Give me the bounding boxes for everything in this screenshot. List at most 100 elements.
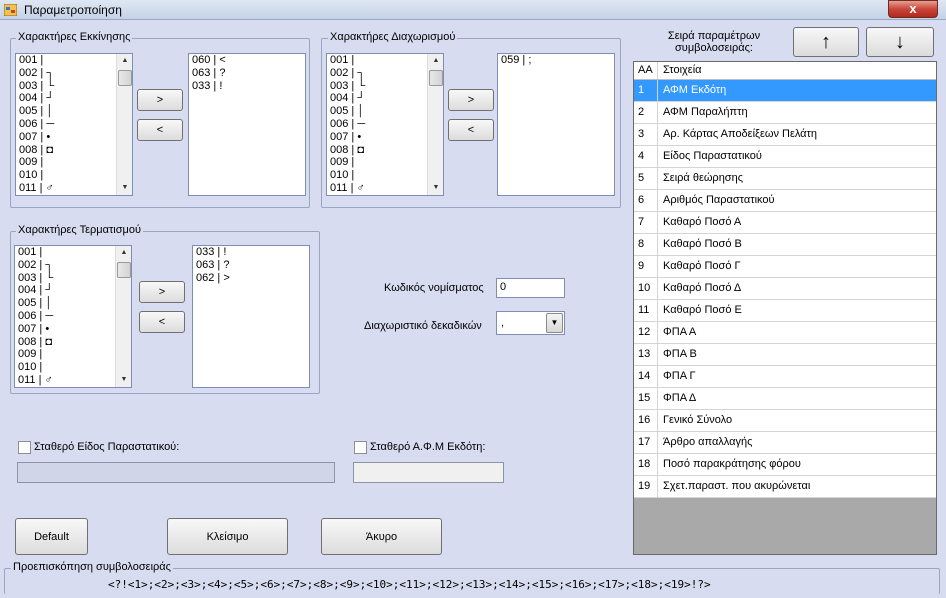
- list-item[interactable]: 060 | <: [189, 54, 305, 67]
- scroll-up-icon[interactable]: ▲: [116, 246, 131, 260]
- chevron-down-icon[interactable]: ▼: [546, 313, 563, 333]
- scroll-thumb[interactable]: [117, 262, 131, 278]
- list-item[interactable]: 010 |: [327, 169, 443, 182]
- cancel-button[interactable]: Άκυρο: [321, 518, 442, 555]
- grid-col-aa[interactable]: ΑΑ: [634, 62, 658, 79]
- separator-chars-scrollbar[interactable]: ▲ ▼: [427, 54, 443, 195]
- table-row[interactable]: 9 Καθαρό Ποσό Γ: [634, 256, 936, 278]
- list-item[interactable]: 004 | ┘: [16, 92, 132, 105]
- table-row[interactable]: 13 ΦΠΑ Β: [634, 344, 936, 366]
- separator-chars-selected-list[interactable]: 059 | ;: [497, 53, 615, 196]
- list-item[interactable]: 006 | ─: [15, 310, 131, 323]
- close-window-button[interactable]: x: [888, 0, 938, 18]
- list-item[interactable]: 062 | >: [193, 272, 309, 285]
- list-item[interactable]: 001 |: [15, 246, 131, 259]
- fixed-vat-checkbox[interactable]: [354, 441, 367, 454]
- table-row[interactable]: 4 Είδος Παραστατικού: [634, 146, 936, 168]
- scroll-thumb[interactable]: [118, 70, 132, 86]
- parameters-grid[interactable]: ΑΑ Στοιχεία 1 ΑΦΜ Εκδότη 2 ΑΦΜ Παραλήπτη 3 Αρ…: [633, 61, 937, 555]
- table-row[interactable]: 11 Καθαρό Ποσό Ε: [634, 300, 936, 322]
- separator-chars-available-list[interactable]: 001 | 002 | ┐ 003 | └ 004 | ┘ 005 | │ 006 | ─…: [326, 53, 444, 196]
- list-item[interactable]: 033 | !: [193, 246, 309, 259]
- list-item[interactable]: 007 | •: [15, 323, 131, 336]
- list-item[interactable]: 007 | •: [327, 131, 443, 144]
- end-chars-selected-list[interactable]: 033 | ! 063 | ? 062 | >: [192, 245, 310, 388]
- scroll-down-icon[interactable]: ▼: [117, 181, 132, 195]
- default-button[interactable]: Default: [15, 518, 88, 555]
- table-row[interactable]: 5 Σειρά θεώρησης: [634, 168, 936, 190]
- table-row[interactable]: 15 ΦΠΑ Δ: [634, 388, 936, 410]
- list-item[interactable]: 008 | ◘: [15, 336, 131, 349]
- list-item[interactable]: 003 | └: [327, 80, 443, 93]
- scroll-thumb[interactable]: [429, 70, 443, 86]
- list-item[interactable]: 008 | ◘: [327, 144, 443, 157]
- list-item[interactable]: 005 | │: [16, 105, 132, 118]
- table-row[interactable]: 8 Καθαρό Ποσό Β: [634, 234, 936, 256]
- start-chars-remove-button[interactable]: <: [137, 119, 183, 141]
- list-item[interactable]: 010 |: [15, 361, 131, 374]
- end-chars-add-button[interactable]: >: [139, 281, 185, 303]
- list-item[interactable]: 007 | •: [16, 131, 132, 144]
- list-item[interactable]: 059 | ;: [498, 54, 614, 67]
- start-chars-scrollbar[interactable]: ▲ ▼: [116, 54, 132, 195]
- table-row[interactable]: 7 Καθαρό Ποσό Α: [634, 212, 936, 234]
- scroll-up-icon[interactable]: ▲: [428, 54, 443, 68]
- list-item[interactable]: 033 | !: [189, 80, 305, 93]
- list-item[interactable]: 002 | ┐: [327, 67, 443, 80]
- list-item[interactable]: 009 |: [15, 348, 131, 361]
- end-chars-scrollbar[interactable]: ▲ ▼: [115, 246, 131, 387]
- currency-code-input[interactable]: 0: [496, 278, 565, 298]
- table-row[interactable]: 17 Άρθρο απαλλαγής: [634, 432, 936, 454]
- end-chars-available-list[interactable]: 001 | 002 | ┐ 003 | └ 004 | ┘ 005 | │ 006 | ─…: [14, 245, 132, 388]
- start-chars-selected-list[interactable]: 060 | <063 | ? 033 | !: [188, 53, 306, 196]
- list-item[interactable]: 004 | ┘: [327, 92, 443, 105]
- list-item[interactable]: 006 | ─: [327, 118, 443, 131]
- list-item[interactable]: 002 | ┐: [15, 259, 131, 272]
- list-item[interactable]: 009 |: [16, 156, 132, 169]
- separator-chars-remove-button[interactable]: <: [448, 119, 494, 141]
- decimal-separator-select[interactable]: , ▼: [496, 311, 565, 335]
- separator-chars-add-button[interactable]: >: [448, 89, 494, 111]
- grid-col-items[interactable]: Στοιχεία: [659, 62, 702, 79]
- end-chars-remove-button[interactable]: <: [139, 311, 185, 333]
- list-item[interactable]: 003 | └: [16, 80, 132, 93]
- move-down-button[interactable]: ↓: [866, 27, 934, 57]
- scroll-down-icon[interactable]: ▼: [116, 373, 131, 387]
- table-row[interactable]: 10 Καθαρό Ποσό Δ: [634, 278, 936, 300]
- start-chars-available-list[interactable]: 001 | 002 | ┐ 003 | └ 004 | ┘ 005 | │ 006 | ─…: [15, 53, 133, 196]
- scroll-up-icon[interactable]: ▲: [117, 54, 132, 68]
- table-row[interactable]: 16 Γενικό Σύνολο: [634, 410, 936, 432]
- list-item[interactable]: 063 | ?: [189, 67, 305, 80]
- list-item[interactable]: 008 | ◘: [16, 144, 132, 157]
- list-item[interactable]: 010 |: [16, 169, 132, 182]
- list-item[interactable]: 011 | ♂: [16, 182, 132, 195]
- list-item[interactable]: 011 | ♂: [327, 182, 443, 195]
- table-row[interactable]: 1 ΑΦΜ Εκδότη: [634, 80, 936, 102]
- list-item[interactable]: 002 | ┐: [16, 67, 132, 80]
- list-item[interactable]: 009 |: [327, 156, 443, 169]
- list-item[interactable]: 001 |: [16, 54, 132, 67]
- table-row[interactable]: 14 ΦΠΑ Γ: [634, 366, 936, 388]
- list-item[interactable]: 004 | ┘: [15, 284, 131, 297]
- list-item[interactable]: 005 | │: [327, 105, 443, 118]
- start-chars-add-button[interactable]: >: [137, 89, 183, 111]
- list-item[interactable]: 005 | │: [15, 297, 131, 310]
- fixed-vat-input[interactable]: [353, 462, 504, 483]
- close-button[interactable]: Κλείσιμο: [167, 518, 288, 555]
- list-item[interactable]: 006 | ─: [16, 118, 132, 131]
- list-item[interactable]: 063 | ?: [193, 259, 309, 272]
- table-row[interactable]: 18 Ποσό παρακράτησης φόρου: [634, 454, 936, 476]
- scroll-down-icon[interactable]: ▼: [428, 181, 443, 195]
- table-row[interactable]: 6 Αριθμός Παραστατικού: [634, 190, 936, 212]
- move-up-button[interactable]: ↑: [793, 27, 859, 57]
- table-row[interactable]: 3 Αρ. Κάρτας Αποδείξεων Πελάτη: [634, 124, 936, 146]
- list-item[interactable]: 001 |: [327, 54, 443, 67]
- currency-code-label: Κωδικός νομίσματος: [384, 282, 484, 294]
- table-row[interactable]: 2 ΑΦΜ Παραλήπτη: [634, 102, 936, 124]
- fixed-doc-type-input[interactable]: [17, 462, 335, 483]
- list-item[interactable]: 003 | └: [15, 272, 131, 285]
- table-row[interactable]: 19 Σχετ.παραστ. που ακυρώνεται: [634, 476, 936, 498]
- table-row[interactable]: 12 ΦΠΑ Α: [634, 322, 936, 344]
- list-item[interactable]: 011 | ♂: [15, 374, 131, 387]
- fixed-doc-type-checkbox[interactable]: [18, 441, 31, 454]
